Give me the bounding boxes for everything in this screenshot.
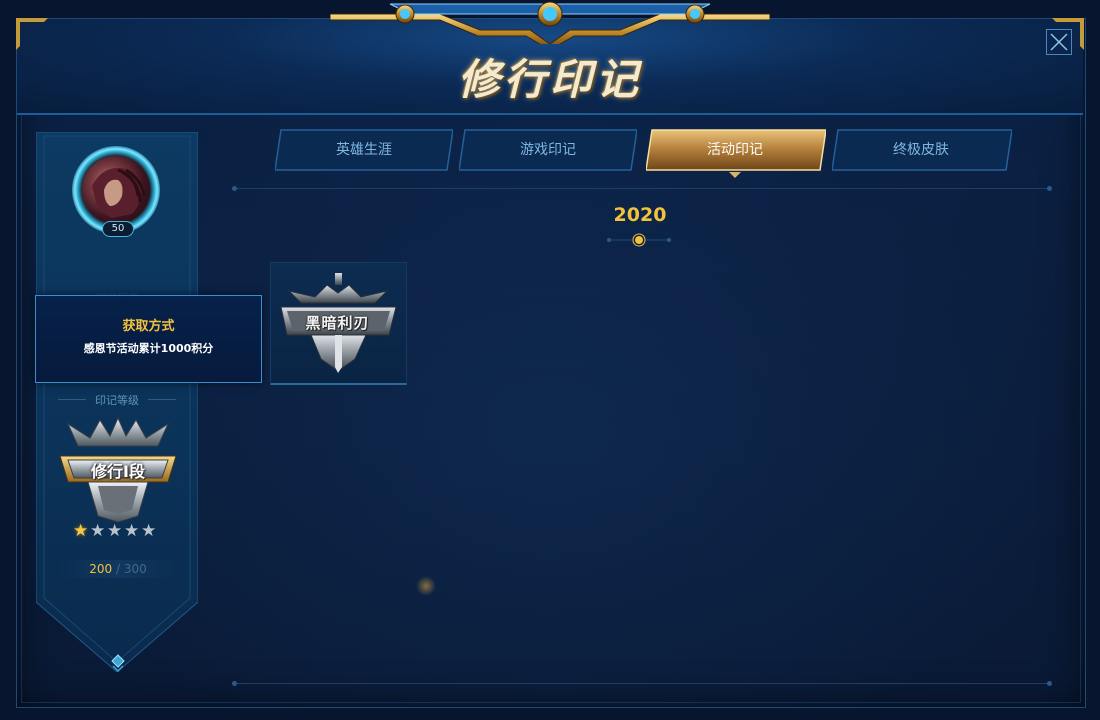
rank-name: 修行Ⅰ段: [91, 462, 145, 481]
tab-event-marks[interactable]: 活动印记: [646, 129, 826, 171]
star-icon: ★: [124, 521, 140, 541]
level-progress: 200 / 300: [60, 560, 176, 578]
progress-separator: /: [115, 562, 121, 576]
page-title: 修行印记: [457, 55, 642, 104]
diamond-arrow-icon[interactable]: [111, 654, 125, 672]
mark-level-label: 印记等级: [36, 392, 198, 408]
tab-label: 英雄生涯: [336, 142, 392, 158]
tab-label: 活动印记: [707, 142, 763, 158]
tab-hero-career[interactable]: 英雄生涯: [275, 129, 453, 171]
star-rating: ★ ★ ★ ★ ★: [73, 521, 158, 541]
progress-current: 200: [89, 562, 113, 576]
tooltip-title: 获取方式: [122, 319, 175, 334]
mark-name: 黑暗利刃: [305, 314, 370, 332]
tooltip-description: 感恩节活动累计1000积分: [83, 342, 214, 355]
tab-label: 终极皮肤: [893, 142, 949, 158]
year-marker-icon: [607, 233, 671, 247]
star-icon: ★: [90, 521, 106, 541]
crown-ornament: [330, 1, 770, 44]
level-badge: 50: [102, 221, 134, 237]
progress-max: 300: [123, 562, 147, 576]
acquisition-tooltip: 获取方式 感恩节活动累计1000积分: [35, 295, 262, 383]
active-tab-pointer: [729, 172, 741, 178]
ambient-glow: [416, 576, 436, 596]
year-heading: 2020: [613, 204, 667, 226]
tab-label: 游戏印记: [520, 142, 576, 158]
star-icon: ★: [107, 521, 123, 541]
close-icon: [1050, 33, 1068, 51]
bottom-divider: [232, 681, 1052, 686]
avatar-portrait: [82, 156, 150, 224]
close-button[interactable]: [1046, 29, 1072, 55]
tab-ultimate-skins[interactable]: 终极皮肤: [832, 129, 1012, 171]
star-icon: ★: [141, 521, 157, 541]
tab-game-marks[interactable]: 游戏印记: [459, 129, 637, 171]
star-icon: ★: [73, 521, 89, 541]
top-divider: [232, 186, 1052, 191]
